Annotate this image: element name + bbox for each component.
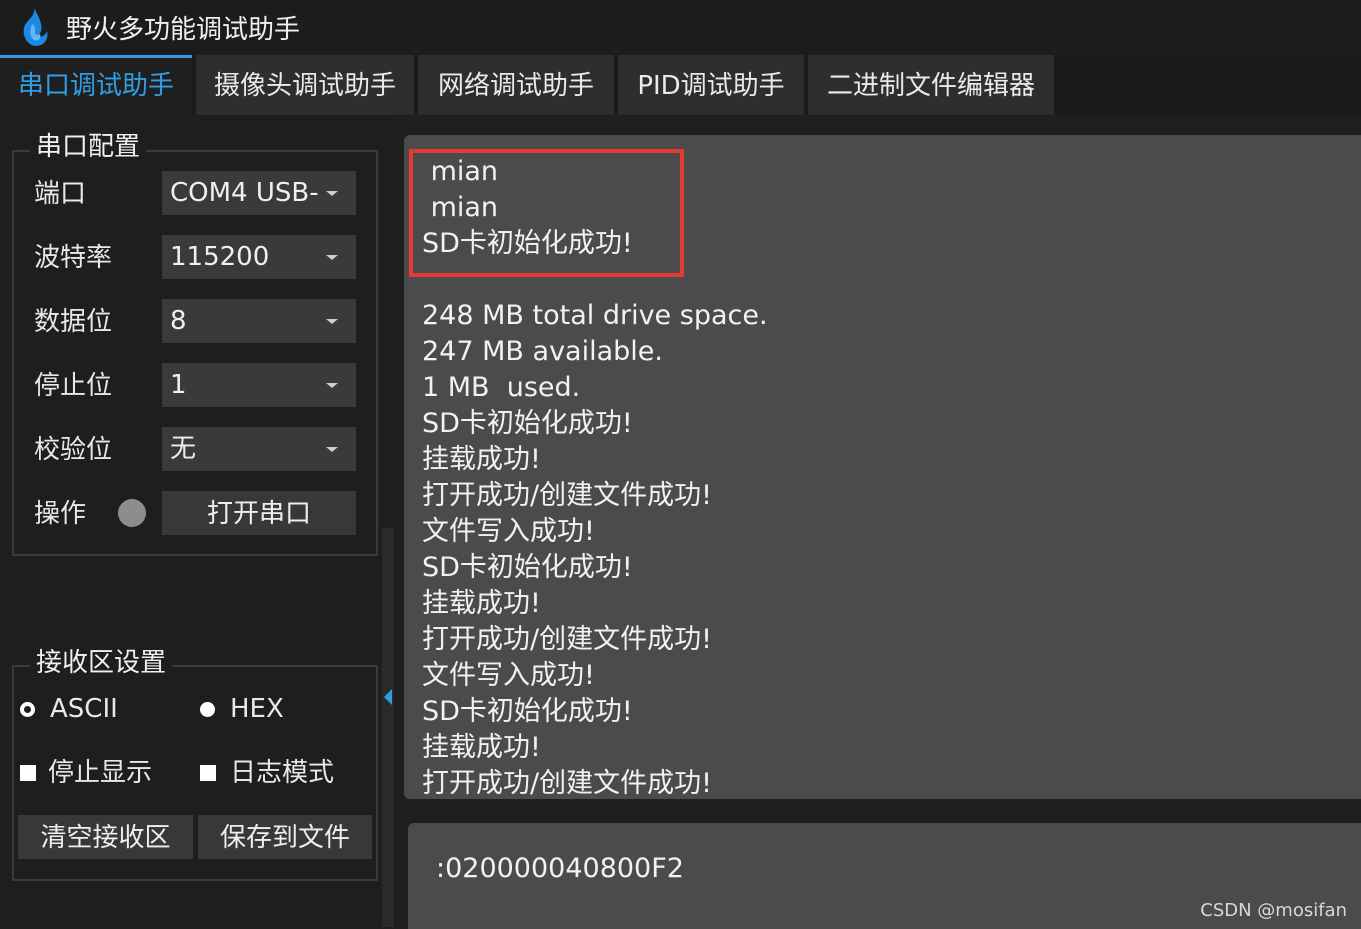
- receive-line: 文件写入成功!: [422, 516, 595, 547]
- tab-camera[interactable]: 摄像头调试助手: [196, 55, 414, 115]
- flame-icon: [23, 8, 48, 46]
- collapse-arrow-icon[interactable]: [384, 689, 392, 705]
- send-text: :020000040800F2: [436, 853, 684, 884]
- stop-bits-select[interactable]: 1: [162, 363, 356, 407]
- baud-value: 115200: [170, 242, 270, 272]
- receive-line: 247 MB available.: [422, 336, 663, 367]
- chevron-down-icon: [326, 319, 338, 324]
- chevron-down-icon: [326, 255, 338, 260]
- receive-line: 文件写入成功!: [422, 660, 595, 691]
- receive-line: SD卡初始化成功!: [422, 696, 633, 727]
- stop-display-label: 停止显示: [48, 758, 153, 788]
- parity-value: 无: [170, 434, 197, 464]
- ascii-label: ASCII: [50, 694, 118, 724]
- hex-radio[interactable]: [200, 702, 215, 717]
- tab-network[interactable]: 网络调试助手: [418, 55, 614, 115]
- tab-serial[interactable]: 串口调试助手: [0, 55, 192, 115]
- parity-label: 校验位: [34, 435, 113, 465]
- chevron-down-icon: [326, 383, 338, 388]
- receive-line: SD卡初始化成功!: [422, 408, 633, 439]
- chevron-down-icon: [326, 191, 338, 196]
- ascii-radio[interactable]: [20, 702, 35, 717]
- watermark: CSDN @mosifan: [1200, 900, 1347, 921]
- app-title: 野火多功能调试助手: [66, 15, 301, 45]
- receive-line: 挂载成功!: [422, 588, 541, 619]
- data-bits-value: 8: [170, 306, 187, 336]
- baud-label: 波特率: [34, 243, 113, 273]
- port-select[interactable]: COM4 USB-: [162, 171, 356, 215]
- operation-label: 操作: [34, 499, 87, 529]
- receive-line: 248 MB total drive space.: [422, 300, 768, 331]
- tab-bar: 串口调试助手 摄像头调试助手 网络调试助手 PID调试助手 二进制文件编辑器: [0, 55, 1361, 115]
- receive-line: 打开成功/创建文件成功!: [422, 768, 712, 799]
- annotation-highlight-box: [409, 149, 684, 277]
- port-value: COM4 USB-: [170, 178, 319, 208]
- clear-receive-button[interactable]: 清空接收区: [18, 815, 193, 859]
- serial-config-title: 串口配置: [30, 132, 147, 162]
- stop-display-checkbox[interactable]: [20, 765, 36, 781]
- receive-line: 挂载成功!: [422, 444, 541, 475]
- receive-line: 打开成功/创建文件成功!: [422, 624, 712, 655]
- chevron-down-icon: [326, 447, 338, 452]
- panel-splitter[interactable]: [382, 528, 394, 927]
- receive-line: 挂载成功!: [422, 732, 541, 763]
- receive-settings-title: 接收区设置: [30, 648, 173, 678]
- title-bar: 野火多功能调试助手: [0, 0, 1361, 55]
- receive-line: 打开成功/创建文件成功!: [422, 480, 712, 511]
- parity-select[interactable]: 无: [162, 427, 356, 471]
- hex-label: HEX: [230, 694, 284, 724]
- receive-line: 1 MB used.: [422, 372, 581, 403]
- connection-status-indicator: [118, 499, 146, 527]
- open-port-button[interactable]: 打开串口: [162, 491, 356, 535]
- tab-binary-editor[interactable]: 二进制文件编辑器: [808, 55, 1054, 115]
- data-bits-label: 数据位: [34, 307, 113, 337]
- data-bits-select[interactable]: 8: [162, 299, 356, 343]
- stop-bits-value: 1: [170, 370, 187, 400]
- tab-pid[interactable]: PID调试助手: [618, 55, 804, 115]
- log-mode-label: 日志模式: [230, 758, 335, 788]
- receive-line: SD卡初始化成功!: [422, 552, 633, 583]
- port-label: 端口: [34, 179, 87, 209]
- baud-select[interactable]: 115200: [162, 235, 356, 279]
- log-mode-checkbox[interactable]: [200, 765, 216, 781]
- save-to-file-button[interactable]: 保存到文件: [198, 815, 372, 859]
- stop-bits-label: 停止位: [34, 371, 113, 401]
